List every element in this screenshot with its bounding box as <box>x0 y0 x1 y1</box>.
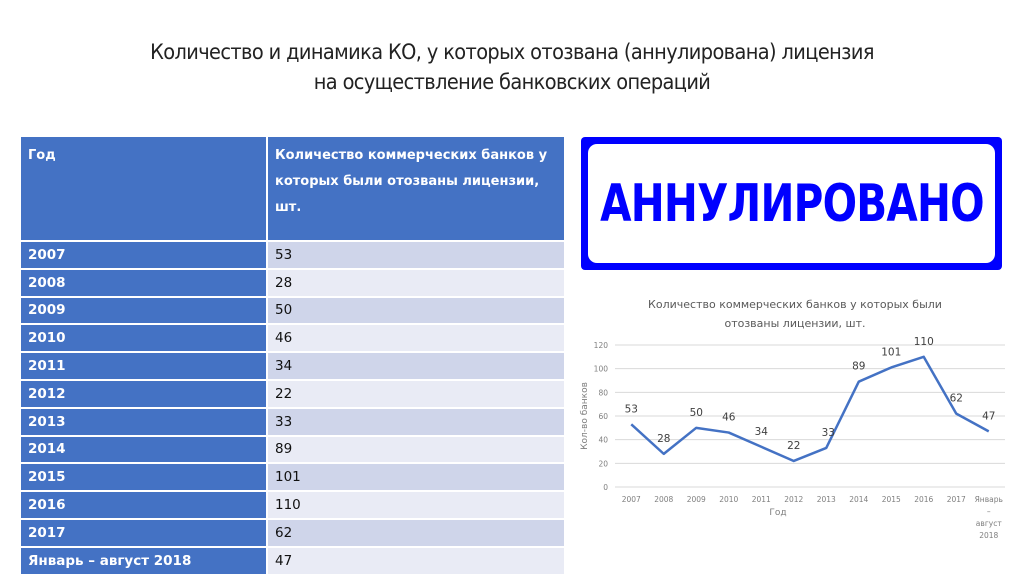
table-row: 201134 <box>21 352 565 380</box>
y-tick-label: 40 <box>598 436 608 445</box>
series-line <box>631 357 989 461</box>
count-cell: 62 <box>267 519 565 547</box>
table-row: 201762 <box>21 519 565 547</box>
table-row: 201046 <box>21 324 565 352</box>
y-tick-label: 100 <box>594 365 609 374</box>
table-row: 200753 <box>21 241 565 269</box>
x-tick-label: – <box>987 507 991 516</box>
data-labels: 53 28 50 46 34 22 33 89 101 110 62 47 <box>625 336 996 452</box>
count-cell: 53 <box>267 241 565 269</box>
count-cell: 50 <box>267 297 565 325</box>
data-label: 33 <box>822 427 835 439</box>
count-cell: 46 <box>267 324 565 352</box>
x-tick-label: 2008 <box>654 495 673 504</box>
chart-title-line: Количество коммерческих банков у которых… <box>648 298 942 311</box>
table-row: Январь – август 201847 <box>21 547 565 575</box>
data-label: 89 <box>852 361 865 373</box>
y-tick-label: 120 <box>594 341 609 350</box>
year-cell: 2012 <box>21 380 267 408</box>
count-cell: 110 <box>267 491 565 519</box>
annulled-sign-inner: АННУЛИРОВАНО <box>588 144 995 263</box>
chart-title-line: отозваны лицензии, шт. <box>724 317 865 330</box>
x-tick-label: август <box>976 519 1003 528</box>
data-label: 110 <box>914 336 934 348</box>
y-tick-label: 20 <box>598 459 608 468</box>
chart-series <box>631 357 989 461</box>
y-axis-label: Кол-во банков <box>580 382 590 450</box>
x-tick-label: Январь <box>975 495 1003 504</box>
count-cell: 22 <box>267 380 565 408</box>
header-count: Количество коммерческих банков у которых… <box>267 137 565 241</box>
data-label: 62 <box>950 393 963 405</box>
data-label: 47 <box>982 410 995 422</box>
count-cell: 89 <box>267 436 565 464</box>
table-row: 201222 <box>21 380 565 408</box>
table-header-row: Год Количество коммерческих банков у кот… <box>21 137 565 241</box>
y-tick-label: 80 <box>598 388 608 397</box>
count-cell: 47 <box>267 547 565 575</box>
data-label: 34 <box>755 426 769 438</box>
count-cell: 34 <box>267 352 565 380</box>
y-tick-label: 60 <box>598 412 608 421</box>
table-body: 2007532008282009502010462011342012222013… <box>21 241 565 575</box>
x-tick-label: 2009 <box>687 495 706 504</box>
data-label: 28 <box>657 433 670 445</box>
data-label: 22 <box>787 440 800 452</box>
x-tick-label: 2013 <box>817 495 836 504</box>
annulled-sign: АННУЛИРОВАНО <box>581 137 1002 270</box>
header-year: Год <box>21 137 267 241</box>
x-tick-label: 2018 <box>979 531 998 540</box>
x-axis-label: Год <box>769 508 786 518</box>
x-axis-ticks: 2007 2008 2009 2010 2011 2012 2013 2014 2015 2016… <box>622 495 1003 540</box>
count-cell: 28 <box>267 269 565 297</box>
x-tick-label: 2011 <box>752 495 771 504</box>
year-cell: 2009 <box>21 297 267 325</box>
year-cell: Январь – август 2018 <box>21 547 267 575</box>
x-tick-label: 2012 <box>784 495 803 504</box>
y-tick-label: 0 <box>603 483 608 492</box>
x-tick-label: 2010 <box>719 495 738 504</box>
x-tick-label: 2007 <box>622 495 641 504</box>
line-chart: Количество коммерческих банков у которых… <box>570 285 1020 570</box>
slide-title: Количество и динамика КО, у которых отоз… <box>0 38 1024 98</box>
chart-gridlines <box>615 345 1005 487</box>
table-row: 2015101 <box>21 463 565 491</box>
x-tick-label: 2016 <box>914 495 933 504</box>
x-tick-label: 2014 <box>849 495 868 504</box>
year-cell: 2014 <box>21 436 267 464</box>
y-axis-ticks: 0 20 40 60 80 100 120 <box>594 341 609 492</box>
table-row: 200950 <box>21 297 565 325</box>
table-row: 200828 <box>21 269 565 297</box>
chart-title: Количество коммерческих банков у которых… <box>648 298 942 330</box>
year-cell: 2008 <box>21 269 267 297</box>
year-cell: 2016 <box>21 491 267 519</box>
slide-title-line-2: на осуществление банковских операций <box>0 68 1024 98</box>
data-label: 53 <box>625 403 638 415</box>
year-cell: 2017 <box>21 519 267 547</box>
year-cell: 2007 <box>21 241 267 269</box>
slide-title-line-1: Количество и динамика КО, у которых отоз… <box>0 38 1024 68</box>
x-tick-label: 2015 <box>882 495 901 504</box>
annulled-sign-text: АННУЛИРОВАНО <box>600 174 984 234</box>
year-cell: 2010 <box>21 324 267 352</box>
count-cell: 33 <box>267 408 565 436</box>
year-cell: 2015 <box>21 463 267 491</box>
data-label: 101 <box>881 346 901 358</box>
table-row: 2016110 <box>21 491 565 519</box>
revoked-licenses-table: Год Количество коммерческих банков у кот… <box>21 137 566 576</box>
x-tick-label: 2017 <box>947 495 966 504</box>
data-label: 50 <box>690 407 703 419</box>
year-cell: 2013 <box>21 408 267 436</box>
data-label: 46 <box>722 412 736 424</box>
year-cell: 2011 <box>21 352 267 380</box>
table-row: 201489 <box>21 436 565 464</box>
count-cell: 101 <box>267 463 565 491</box>
table-row: 201333 <box>21 408 565 436</box>
